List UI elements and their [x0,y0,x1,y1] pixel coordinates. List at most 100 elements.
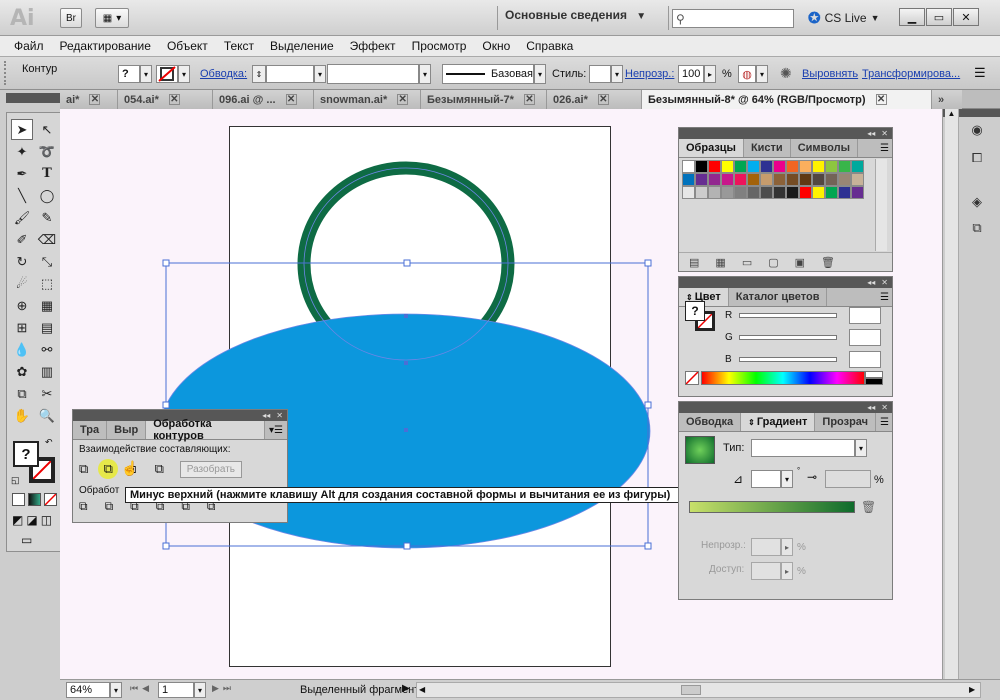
tools-panel-header[interactable] [6,93,63,103]
line-tool-icon[interactable]: ╲ [11,185,33,206]
minimize-button[interactable]: ▁ [899,8,925,26]
color-swatch[interactable] [708,173,721,186]
menu-help[interactable]: Справка [518,39,581,53]
menu-select[interactable]: Выделение [262,39,342,53]
color-swatch[interactable] [799,160,812,173]
tab-document[interactable]: 096.ai @ ... ✕ [213,90,314,109]
scroll-left-icon[interactable]: ◀ [419,685,425,694]
color-swatch[interactable] [825,173,838,186]
tab-symbols[interactable]: Символы [791,139,858,157]
next-artboard-icon[interactable]: ▶ [212,683,219,694]
color-swatch[interactable] [851,160,864,173]
layers-icon[interactable]: ◈ [965,191,989,213]
tab-document[interactable]: ai* ✕ [60,90,118,109]
tab-gradient[interactable]: ⇕ Градиент [741,413,816,431]
color-swatch[interactable] [812,173,825,186]
graphic-style-picker[interactable]: ▾ [589,65,623,83]
zoom-tool-icon[interactable]: 🔍 [36,405,58,426]
value-b[interactable] [849,350,881,368]
panel-menu-icon[interactable]: ☰ [877,139,892,157]
fill-unknown-icon[interactable]: ? [13,441,39,467]
color-swatch[interactable] [682,173,695,186]
color-swatch[interactable] [760,186,773,199]
color-spectrum[interactable] [701,371,865,385]
collapse-icon[interactable]: ◂◂ [867,128,875,139]
opacity-link[interactable]: Непрозр.: [625,68,674,80]
type-tool-icon[interactable]: T [36,163,58,184]
color-swatch[interactable] [721,160,734,173]
new-swatch-icon[interactable]: ▣ [795,256,805,269]
scroll-right-icon[interactable]: ▶ [969,685,975,694]
minus-front-icon[interactable]: ⧉ [98,459,119,479]
record-icon[interactable]: ◉ [965,119,989,141]
scale-tool-icon[interactable]: ⤡ [36,251,58,272]
color-swatch[interactable] [734,160,747,173]
color-swatch[interactable] [682,186,695,199]
swatches-scrollbar[interactable] [875,159,887,251]
menu-window[interactable]: Окно [474,39,518,53]
tabs-overflow-button[interactable]: » [932,90,962,109]
opacity-field[interactable]: 100 ▸ [678,65,716,83]
color-swatch[interactable] [773,186,786,199]
color-swatch[interactable] [734,173,747,186]
color-swatch[interactable] [812,160,825,173]
gradient-preview[interactable] [685,436,715,464]
color-swatch[interactable] [760,160,773,173]
swatch-options-icon[interactable]: ▭ [742,256,752,269]
tab-align[interactable]: Выр [107,421,147,439]
direct-selection-tool-icon[interactable]: ↖ [36,119,58,140]
menu-file[interactable]: Файл [6,39,52,53]
tab-swatches[interactable]: Образцы [679,139,744,157]
tab-document[interactable]: 026.ai* ✕ [547,90,642,109]
fill-stroke-widget[interactable]: ? ↶ ◱ [11,437,59,487]
collapse-icon[interactable]: ◂◂ [262,410,270,421]
close-icon[interactable]: ✕ [875,94,887,105]
draw-normal-icon[interactable]: ◩ [12,513,23,527]
color-swatch[interactable] [695,173,708,186]
stroke-weight-field[interactable]: ⇕ ▾ [252,65,326,83]
trim-icon[interactable]: ⧉ [105,499,114,514]
bridge-button[interactable]: Br [60,8,82,28]
fill-stroke-mini[interactable]: ? [685,301,715,331]
angle-field[interactable]: ▾ [751,470,793,488]
close-button[interactable]: ✕ [953,8,979,26]
aspect-ratio-field[interactable] [825,470,871,488]
close-icon[interactable]: ✕ [597,94,609,105]
stroke-picker[interactable]: ▾ [156,65,190,83]
panel-header[interactable]: ◂◂ ✕ [679,402,892,413]
color-swatch[interactable] [708,186,721,199]
slider-g[interactable] [739,334,837,340]
eyedropper-tool-icon[interactable]: 💧 [11,339,33,360]
unite-icon[interactable]: ⧉ [79,461,88,477]
color-swatch[interactable] [812,186,825,199]
panel-menu-icon[interactable]: ☰ [974,65,986,81]
scroll-thumb[interactable] [681,685,701,695]
color-swatch[interactable] [799,173,812,186]
column-graph-tool-icon[interactable]: ▥ [36,361,58,382]
artboards-icon[interactable]: ⧉ [965,217,989,239]
close-icon[interactable]: ✕ [881,402,888,413]
symbol-sprayer-tool-icon[interactable]: ✿ [11,361,33,382]
navigator-icon[interactable]: ⧠ [965,147,989,169]
close-icon[interactable]: ✕ [89,94,101,105]
fill-unknown-icon[interactable]: ? [685,301,705,321]
grip-handle[interactable] [4,61,8,85]
paintbrush-tool-icon[interactable]: 🖌 [11,207,33,228]
tab-pathfinder[interactable]: Обработка контуров [146,418,266,442]
color-swatch[interactable] [786,186,799,199]
color-swatch[interactable] [747,173,760,186]
exclude-icon[interactable]: ⧉ [155,461,164,477]
align-link[interactable]: Выровнять [802,68,858,80]
color-swatch[interactable] [825,160,838,173]
brush-definition[interactable]: Базовая ▾ [442,64,546,84]
mesh-tool-icon[interactable]: ⊞ [11,317,33,338]
color-swatch[interactable] [799,186,812,199]
color-swatch[interactable] [825,186,838,199]
white-chip[interactable] [865,371,883,378]
rotate-tool-icon[interactable]: ↻ [11,251,33,272]
menu-view[interactable]: Просмотр [404,39,475,53]
magic-wand-tool-icon[interactable]: ✦ [11,141,33,162]
value-g[interactable] [849,328,881,346]
cs-live-button[interactable]: ✪ CS Live ▼ [808,9,880,27]
slider-b[interactable] [739,356,837,362]
